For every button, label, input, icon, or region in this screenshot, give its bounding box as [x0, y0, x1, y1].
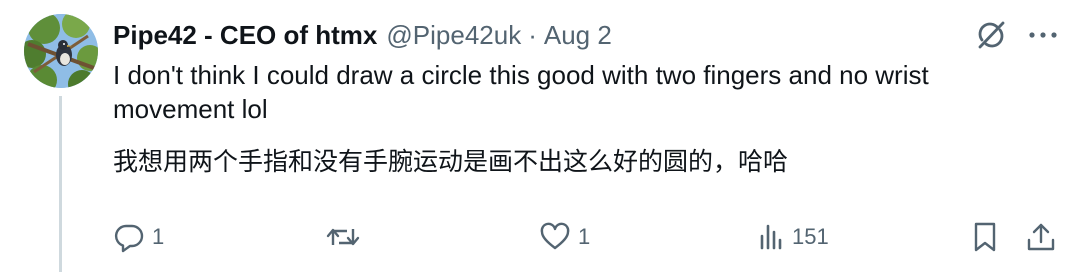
separator-dot: · [528, 19, 537, 50]
tweet-card[interactable]: Pipe42 - CEO of htmx @Pipe42uk · Aug 2 I… [0, 0, 1080, 272]
reply-icon [112, 220, 146, 254]
views-button[interactable]: 151 [756, 214, 829, 260]
author-display-name[interactable]: Pipe42 - CEO of htmx [113, 20, 377, 51]
tweet-date[interactable]: Aug 2 [544, 20, 612, 51]
repost-button[interactable] [325, 214, 367, 260]
share-icon [1024, 220, 1058, 254]
share-button[interactable] [1024, 214, 1058, 260]
tweet-header: Pipe42 - CEO of htmx @Pipe42uk · Aug 2 [113, 17, 612, 53]
reply-count: 1 [152, 224, 165, 249]
like-button[interactable]: 1 [538, 214, 590, 260]
grok-icon[interactable] [974, 18, 1008, 52]
bookmark-button[interactable] [968, 214, 1002, 260]
bookmark-icon [968, 220, 1002, 254]
tweet-text: I don't think I could draw a circle this… [113, 60, 929, 124]
avatar-image [24, 14, 98, 88]
reply-button[interactable]: 1 [112, 214, 164, 260]
more-options-icon[interactable] [1026, 20, 1060, 50]
heart-icon [538, 220, 572, 254]
avatar[interactable] [24, 14, 98, 88]
tweet-action-bar: 1 1 151 [0, 214, 1080, 260]
tweet-translation: 我想用两个手指和没有手腕运动是画不出这么好的圆的，哈哈 [113, 148, 789, 176]
author-handle[interactable]: @Pipe42uk [386, 20, 521, 51]
repost-icon [325, 220, 361, 254]
views-count: 151 [792, 224, 829, 249]
views-icon [756, 220, 786, 254]
like-count: 1 [578, 224, 591, 249]
